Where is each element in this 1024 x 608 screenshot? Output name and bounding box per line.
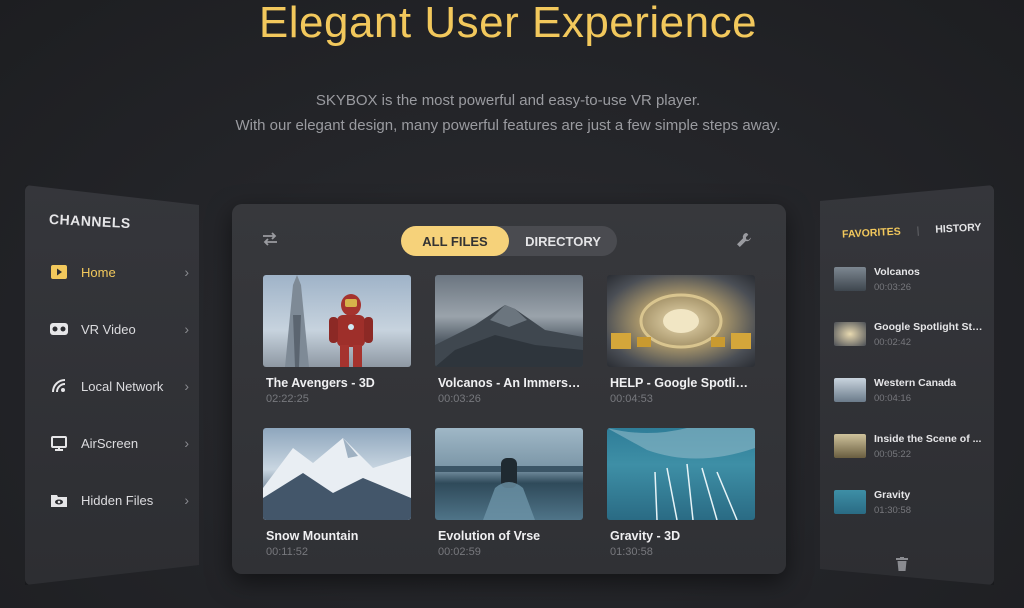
- channel-item-vr-video[interactable]: VR Video ›: [49, 317, 189, 341]
- video-thumbnail: [607, 275, 755, 367]
- video-title: Volcanos - An Immersive Experience: [438, 376, 583, 390]
- history-thumbnail: [834, 490, 866, 514]
- channel-label: AirScreen: [81, 435, 139, 451]
- history-thumbnail: [834, 322, 866, 346]
- video-card[interactable]: Evolution of Vrse 00:02:59: [435, 428, 583, 558]
- history-duration: 00:05:22: [874, 448, 911, 460]
- view-toggle: ALL FILES DIRECTORY: [401, 226, 617, 256]
- channel-label: Hidden Files: [81, 492, 154, 508]
- video-card[interactable]: Gravity - 3D 01:30:58: [607, 428, 755, 558]
- tab-separator: |: [916, 225, 920, 237]
- video-title: Snow Mountain: [266, 529, 359, 543]
- video-duration: 02:22:25: [266, 393, 309, 405]
- chevron-right-icon: ›: [184, 264, 189, 280]
- favorites-history-tabs: FAVORITES | HISTORY: [842, 221, 982, 240]
- video-duration: 01:30:58: [610, 546, 653, 558]
- chevron-right-icon: ›: [184, 435, 189, 451]
- channel-label: VR Video: [81, 321, 136, 337]
- video-title: Gravity - 3D: [610, 529, 681, 543]
- hero-subtitle-line1: SKYBOX is the most powerful and easy-to-…: [315, 92, 701, 109]
- channel-item-airscreen[interactable]: AirScreen ›: [49, 431, 189, 455]
- video-card[interactable]: HELP - Google Spotlight Story 00:04:53: [607, 275, 755, 405]
- history-title: Gravity: [874, 488, 911, 501]
- channel-item-local-network[interactable]: Local Network ›: [49, 374, 189, 398]
- history-thumbnail: [834, 378, 866, 402]
- video-duration: 00:04:53: [610, 393, 653, 405]
- chevron-right-icon: ›: [184, 492, 189, 508]
- monitor-icon: [49, 435, 69, 451]
- chevron-right-icon: ›: [184, 378, 189, 394]
- video-thumbnail: [263, 428, 411, 520]
- tab-favorites[interactable]: FAVORITES: [842, 226, 901, 241]
- video-title: Evolution of Vrse: [438, 529, 541, 543]
- history-title: Google Spotlight Story: [874, 320, 984, 333]
- sort-filter-icon[interactable]: [262, 232, 278, 251]
- history-thumbnail: [834, 267, 866, 291]
- history-title: Inside the Scene of ...: [874, 432, 982, 445]
- video-card[interactable]: The Avengers - 3D 02:22:25: [263, 275, 411, 405]
- video-card[interactable]: Snow Mountain 00:11:52: [263, 428, 411, 558]
- history-item[interactable]: Western Canada 00:04:16: [834, 374, 984, 406]
- tab-history[interactable]: HISTORY: [935, 221, 982, 235]
- trash-icon[interactable]: [896, 557, 908, 576]
- wifi-icon: [49, 378, 69, 394]
- history-duration: 01:30:58: [874, 504, 911, 516]
- video-thumbnail: [263, 275, 411, 367]
- history-thumbnail: [834, 434, 866, 458]
- video-thumbnail: [435, 275, 583, 367]
- channels-title: CHANNELS: [48, 210, 132, 232]
- history-item[interactable]: Inside the Scene of ... 00:05:22: [834, 430, 984, 462]
- video-title: The Avengers - 3D: [266, 376, 375, 390]
- vr-headset-icon: [49, 321, 69, 337]
- video-duration: 00:11:52: [266, 546, 309, 558]
- history-duration: 00:04:16: [874, 392, 911, 404]
- tab-all-files[interactable]: ALL FILES: [401, 226, 509, 256]
- channel-item-home[interactable]: Home ›: [49, 260, 189, 284]
- hero-subtitle-line2: With our elegant design, many powerful f…: [235, 117, 781, 134]
- video-thumbnail: [607, 428, 755, 520]
- history-duration: 00:03:26: [874, 281, 911, 293]
- history-title: Western Canada: [874, 376, 957, 389]
- channels-panel: CHANNELS Home › VR Video › Local Network…: [25, 185, 199, 585]
- history-item[interactable]: Google Spotlight Story 00:02:42: [834, 318, 984, 350]
- hero-title: Elegant User Experience: [258, 0, 758, 47]
- history-duration: 00:02:42: [874, 336, 911, 348]
- play-icon: [49, 264, 69, 280]
- chevron-right-icon: ›: [184, 321, 189, 337]
- hidden-folder-icon: [49, 492, 69, 508]
- wrench-icon[interactable]: [736, 232, 752, 253]
- video-duration: 00:02:59: [438, 546, 481, 558]
- channel-label: Home: [81, 264, 116, 280]
- channel-label: Local Network: [81, 378, 164, 394]
- history-item[interactable]: Volcanos 00:03:26: [834, 263, 984, 295]
- video-card[interactable]: Volcanos - An Immersive Experience 00:03…: [435, 275, 583, 405]
- video-duration: 00:03:26: [438, 393, 481, 405]
- channel-item-hidden-files[interactable]: Hidden Files ›: [49, 488, 189, 512]
- video-title: HELP - Google Spotlight Story: [610, 376, 755, 390]
- video-thumbnail: [435, 428, 583, 520]
- tab-directory[interactable]: DIRECTORY: [509, 226, 617, 256]
- history-title: Volcanos: [874, 265, 920, 278]
- file-browser-panel: ALL FILES DIRECTORY The Avengers - 3D 02…: [232, 204, 786, 574]
- history-item[interactable]: Gravity 01:30:58: [834, 486, 984, 518]
- history-panel: FAVORITES | HISTORY Volcanos 00:03:26 Go…: [820, 185, 994, 585]
